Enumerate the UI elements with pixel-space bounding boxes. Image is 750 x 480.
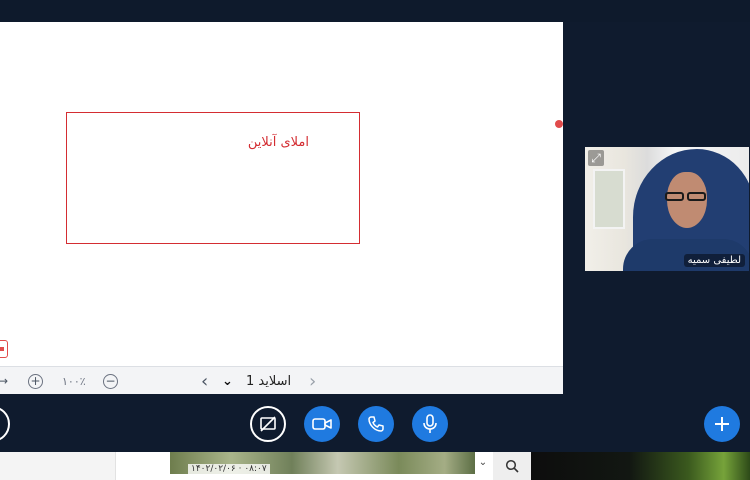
camera-button[interactable] <box>304 406 340 442</box>
background-window-strip: ۱۴۰۲/۰۲/۰۶ · ۰۸:۰۷ ⌄ <box>0 452 750 480</box>
background-panel-mid <box>115 452 170 480</box>
background-thumbnail[interactable]: ۱۴۰۲/۰۲/۰۶ · ۰۸:۰۷ <box>170 452 475 474</box>
slide-select-dropdown[interactable]: ⌄ <box>222 367 233 395</box>
slide-text-box: املای آنلاین <box>66 112 360 244</box>
slide-toolbar: → + ۱۰۰٪ − ‹ ⌄ اسلاید 1 ‹ <box>0 366 563 394</box>
zoom-in-button[interactable]: + <box>28 367 43 395</box>
presentation-panel: املای آنلاین → + ۱۰۰٪ − ‹ ⌄ اسلاید 1 ‹ <box>0 22 563 394</box>
camera-icon <box>312 418 332 430</box>
screen-share-off-icon <box>260 416 276 432</box>
microphone-button[interactable] <box>412 406 448 442</box>
participant-video[interactable]: ⤢ لطیفی سمیه <box>585 147 749 271</box>
video-window <box>593 169 625 229</box>
call-controls <box>0 404 750 446</box>
slide-title: املای آنلاین <box>247 135 309 150</box>
chevron-right-icon: ‹ <box>309 370 317 392</box>
zoom-value: ۱۰۰٪ <box>62 374 86 388</box>
next-slide-button[interactable]: ‹ <box>309 367 316 395</box>
zoom-in-icon: + <box>28 373 43 389</box>
background-panel-left <box>0 452 115 480</box>
participant-glasses <box>665 186 709 201</box>
zoom-out-button[interactable]: − <box>103 367 118 395</box>
search-icon <box>505 459 519 473</box>
chevron-down-icon: ⌄ <box>478 457 488 468</box>
thumbnail-caption: ۱۴۰۲/۰۲/۰۶ · ۰۸:۰۷ <box>188 464 270 474</box>
microphone-icon <box>423 414 437 433</box>
slide-label: اسلاید 1 <box>246 373 292 389</box>
slide-canvas[interactable]: املای آنلاین <box>0 22 563 366</box>
phone-button[interactable] <box>358 406 394 442</box>
partial-control-button[interactable] <box>0 406 10 442</box>
background-dropdown[interactable]: ⌄ <box>476 454 490 472</box>
arrow-glyph: → <box>0 374 9 388</box>
expand-icon[interactable]: ⤢ <box>588 150 604 166</box>
screen-share-button[interactable] <box>250 406 286 442</box>
chevron-down-icon: ⌄ <box>222 373 233 389</box>
participant-name: لطیفی سمیه <box>683 254 745 267</box>
add-button[interactable] <box>704 406 740 442</box>
slide-number: اسلاید 1 <box>246 367 291 395</box>
search-button[interactable] <box>493 452 531 480</box>
background-image-panel <box>531 452 750 480</box>
annotation-marker-icon[interactable] <box>0 340 8 358</box>
prev-slide-button[interactable]: ‹ <box>201 367 208 395</box>
phone-icon <box>368 416 384 432</box>
zoom-out-icon: − <box>103 373 118 389</box>
plus-icon <box>715 417 729 431</box>
pointer-dot <box>555 120 563 128</box>
top-bar <box>0 0 750 22</box>
meeting-app: املای آنلاین → + ۱۰۰٪ − ‹ ⌄ اسلاید 1 ‹ ⤢… <box>0 0 750 452</box>
chevron-left-icon: ‹ <box>201 370 209 392</box>
arrow-icon[interactable]: → <box>0 367 8 395</box>
zoom-level: ۱۰۰٪ <box>62 367 86 395</box>
